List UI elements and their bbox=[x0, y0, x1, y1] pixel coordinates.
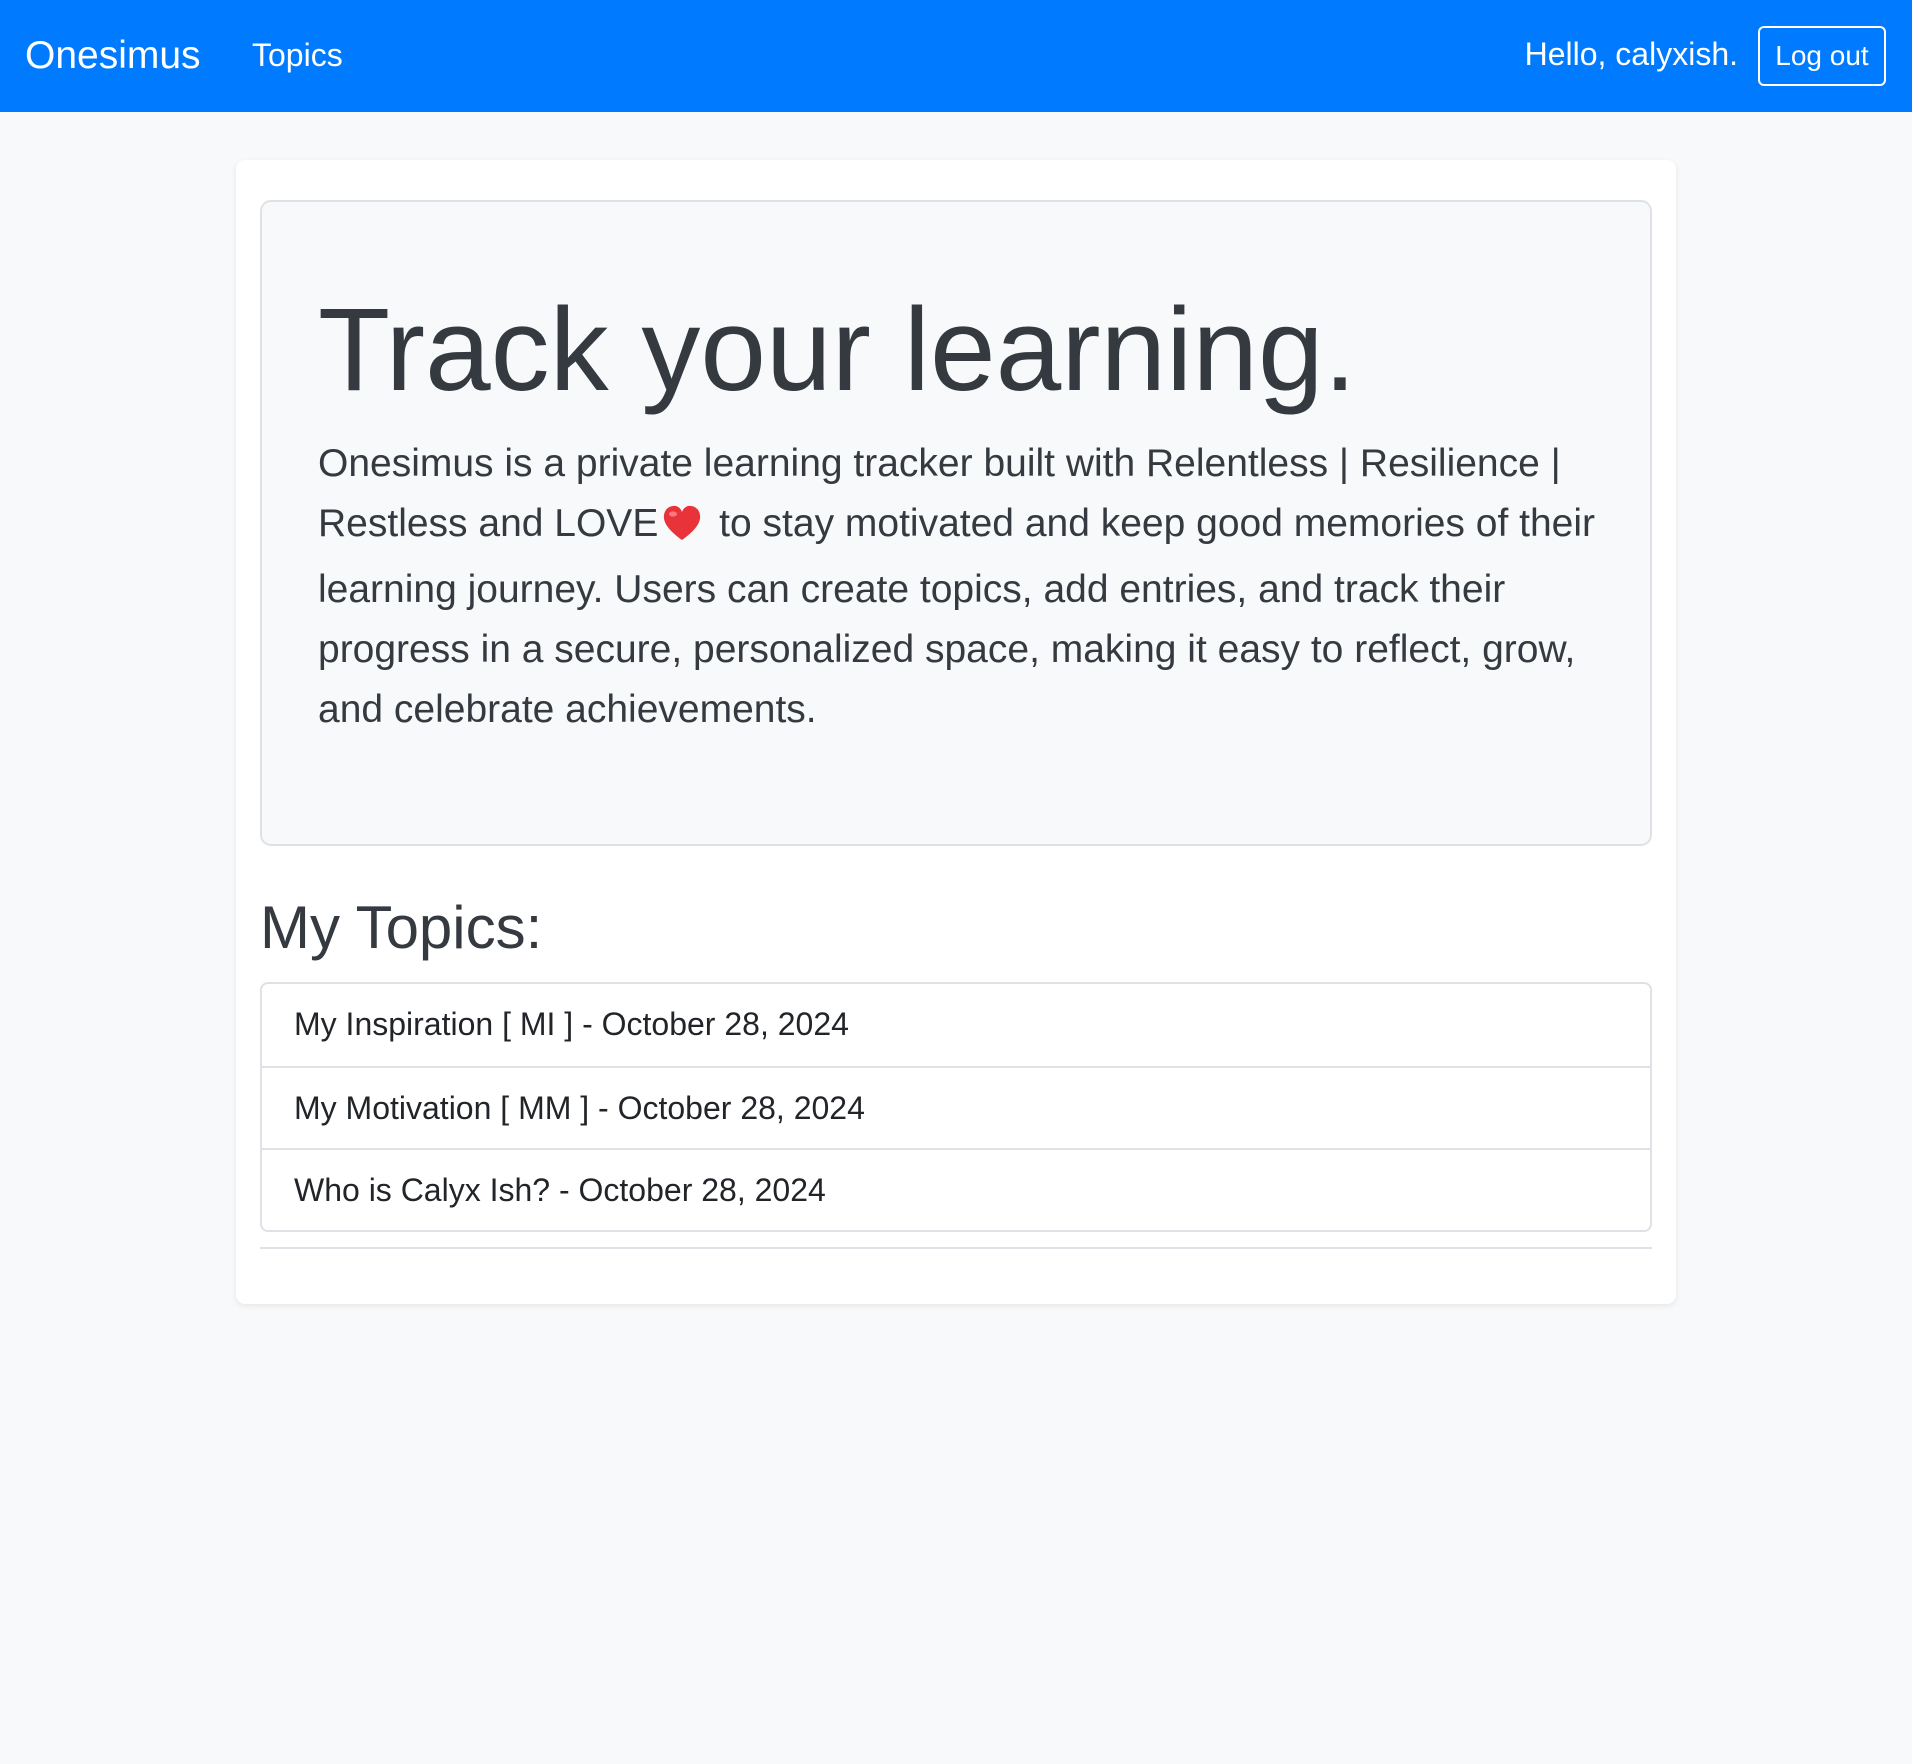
user-greeting: Hello, calyxish. bbox=[1524, 36, 1738, 72]
heart-icon bbox=[662, 500, 702, 560]
hero-title: Track your learning. bbox=[318, 284, 1357, 416]
hero-description: Onesimus is a private learning tracker b… bbox=[318, 434, 1608, 740]
topic-item-my-inspiration[interactable]: My Inspiration [ MI ] - October 28, 2024 bbox=[262, 984, 1650, 1066]
section-divider bbox=[260, 1247, 1652, 1249]
topic-list: My Inspiration [ MI ] - October 28, 2024… bbox=[260, 982, 1652, 1232]
my-topics-heading: My Topics: bbox=[260, 894, 543, 961]
top-navbar: Onesimus Topics Hello, calyxish. Log out bbox=[0, 0, 1912, 112]
nav-topics-link[interactable]: Topics bbox=[252, 36, 343, 74]
hero-jumbotron: Track your learning. Onesimus is a priva… bbox=[260, 200, 1652, 846]
brand-link[interactable]: Onesimus bbox=[25, 33, 201, 79]
topic-item-who-is-calyx-ish[interactable]: Who is Calyx Ish? - October 28, 2024 bbox=[262, 1148, 1650, 1230]
main-card: Track your learning. Onesimus is a priva… bbox=[236, 160, 1676, 1304]
topic-item-my-motivation[interactable]: My Motivation [ MM ] - October 28, 2024 bbox=[262, 1066, 1650, 1148]
logout-button[interactable]: Log out bbox=[1758, 26, 1886, 86]
